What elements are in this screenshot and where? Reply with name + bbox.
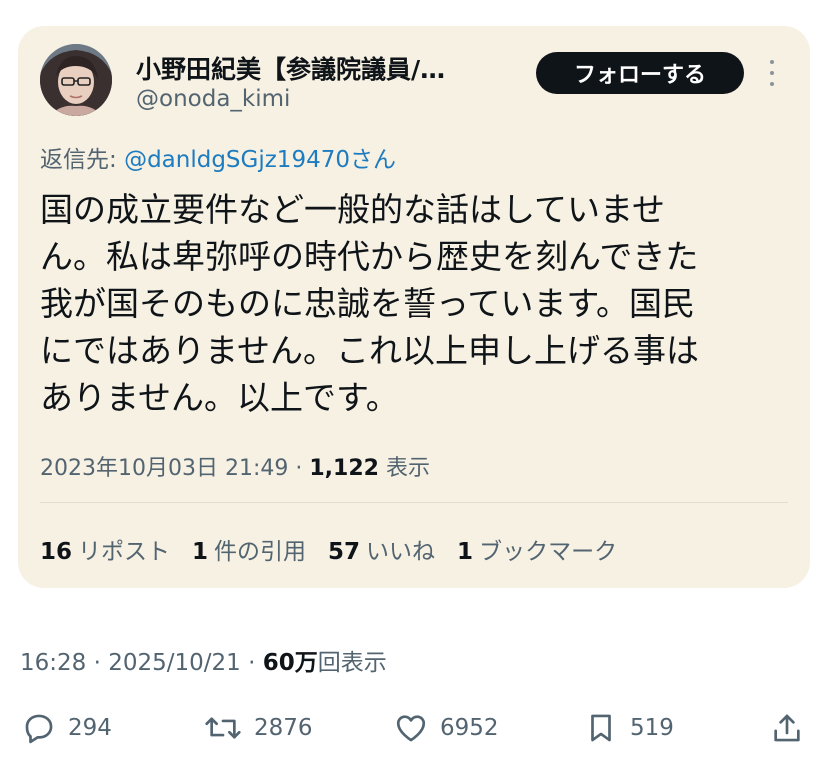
- quote-count: 1: [192, 539, 209, 565]
- reply-mention-link[interactable]: @danldgSGjz19470さん: [124, 147, 396, 173]
- reply-button[interactable]: 294: [22, 706, 112, 750]
- repost-label: リポスト: [78, 539, 171, 565]
- avatar[interactable]: [40, 44, 112, 116]
- like-button[interactable]: 6952: [394, 706, 499, 750]
- bookmark-count: 1: [457, 539, 474, 565]
- bookmark-icon: [591, 714, 611, 742]
- share-button[interactable]: [770, 706, 804, 750]
- avatar-image: [40, 44, 112, 116]
- reply-icon: [25, 714, 53, 744]
- like-stat[interactable]: 57 いいね: [328, 532, 435, 566]
- views-label: 表示: [378, 456, 430, 481]
- bookmark-button[interactable]: 519: [584, 706, 674, 750]
- tweet-text-line: にではありません。これ以上申し上げる事は: [40, 331, 700, 370]
- author-name[interactable]: 小野田紀美【参議院議員/…: [136, 50, 526, 86]
- quote-stat[interactable]: 1 件の引用: [192, 532, 306, 566]
- repost-icon: [205, 717, 241, 739]
- tweet-text-line: ん。私は卑弥呼の時代から歴史を刻んできた: [40, 237, 699, 276]
- post-views-label: 回表示: [317, 650, 387, 676]
- repost-count: 16: [40, 539, 73, 565]
- follow-button[interactable]: フォローする: [536, 52, 744, 94]
- repost-button[interactable]: 2876: [204, 706, 313, 750]
- like-label: いいね: [366, 539, 436, 565]
- tweet-meta: 2023年10月03日 21:49 · 1,122 表示: [40, 450, 430, 482]
- reply-to-line: 返信先: @danldgSGjz19470さん: [40, 140, 396, 174]
- post-time[interactable]: 16:28 · 2025/10/21 ·: [20, 650, 263, 676]
- like-count: 57: [328, 539, 361, 565]
- tweet-stats: 16 リポスト 1 件の引用 57 いいね 1 ブックマーク: [40, 532, 617, 566]
- repost-stat[interactable]: 16 リポスト: [40, 532, 170, 566]
- reply-prefix: 返信先:: [40, 147, 125, 173]
- tweet-text: 国の成立要件など一般的な話はしていませ ん。私は卑弥呼の時代から歴史を刻んできた…: [40, 186, 780, 421]
- post-meta: 16:28 · 2025/10/21 · 60万回表示: [20, 643, 387, 677]
- tweet-text-line: ありません。以上です。: [40, 378, 399, 417]
- post-views-count: 60万: [262, 650, 318, 676]
- repost-action-count: 2876: [254, 715, 313, 741]
- bookmark-action-count: 519: [630, 715, 674, 741]
- divider: [40, 502, 788, 503]
- tweet-timestamp[interactable]: 2023年10月03日 21:49: [40, 456, 288, 481]
- reply-count: 294: [68, 715, 112, 741]
- bookmark-label: ブックマーク: [479, 539, 618, 565]
- meta-separator: ·: [288, 456, 310, 481]
- action-bar: 294 2876 6952 519: [0, 706, 828, 750]
- heart-icon: [396, 715, 426, 742]
- tweet-text-line: 国の成立要件など一般的な話はしていませ: [40, 190, 666, 229]
- author-handle[interactable]: @onoda_kimi: [136, 86, 290, 112]
- more-icon[interactable]: [762, 56, 782, 90]
- tweet-text-line: 我が国そのものに忠誠を誓っています。国民: [40, 284, 696, 323]
- views-count: 1,122: [309, 456, 379, 481]
- bookmark-stat[interactable]: 1 ブックマーク: [457, 532, 617, 566]
- quoted-tweet-card[interactable]: 小野田紀美【参議院議員/… @onoda_kimi フォローする 返信先: @d…: [18, 26, 810, 588]
- quote-label: 件の引用: [214, 539, 307, 565]
- share-icon: [774, 714, 800, 742]
- like-action-count: 6952: [440, 715, 499, 741]
